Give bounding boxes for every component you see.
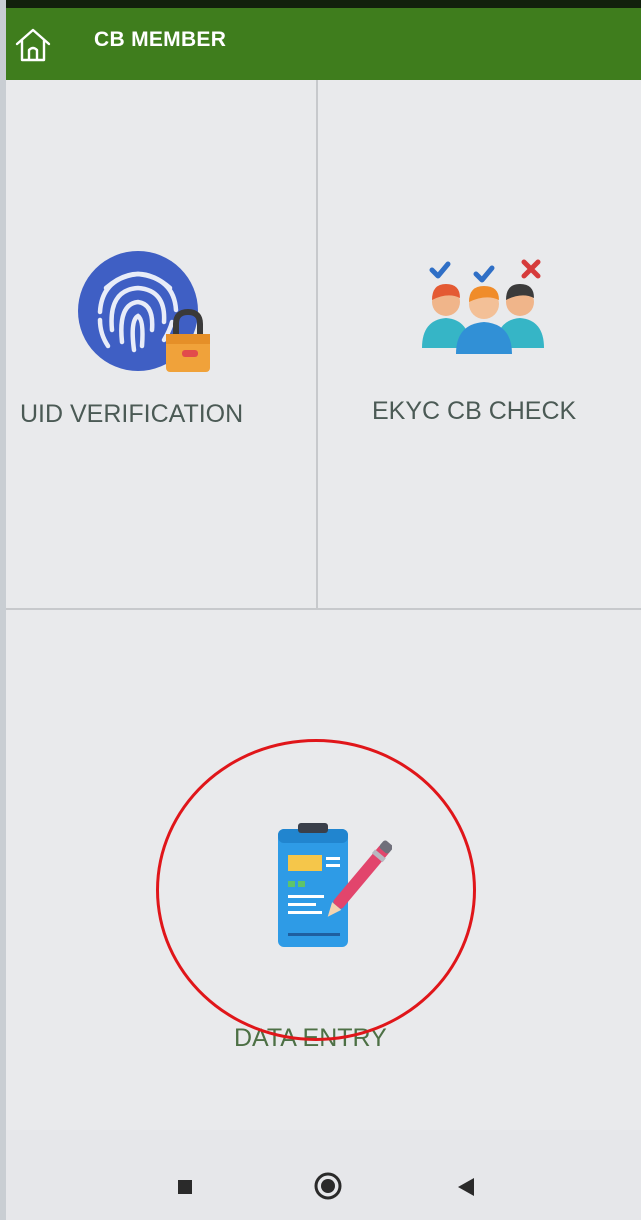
recents-icon[interactable] [178, 1180, 192, 1194]
ekyc-cb-check-tile[interactable]: EKYC CB CHECK [318, 80, 641, 608]
home-icon[interactable] [12, 24, 54, 66]
grid-divider-vertical [316, 80, 318, 608]
data-entry-label: DATA ENTRY [234, 1024, 387, 1052]
data-entry-tile[interactable]: DATA ENTRY [6, 610, 641, 1130]
app-bar: CB MEMBER [6, 0, 641, 80]
fingerprint-lock-icon [78, 251, 210, 372]
people-check-icon [422, 259, 544, 354]
ekyc-cb-check-label: EKYC CB CHECK [372, 397, 577, 425]
app-title: CB MEMBER [94, 28, 227, 51]
uid-verification-label: UID VERIFICATION [20, 400, 244, 428]
phone-screen: CB MEMBER UID VERIFICATION EKYC CB CHECK… [6, 0, 641, 1220]
home-circle-icon[interactable] [312, 1170, 344, 1202]
menu-grid: UID VERIFICATION EKYC CB CHECK DATA ENTR… [6, 80, 641, 1130]
system-nav-bar [6, 1130, 641, 1220]
uid-verification-tile[interactable]: UID VERIFICATION [6, 80, 316, 608]
data-entry-form-icon [278, 823, 392, 947]
back-icon[interactable] [456, 1176, 476, 1198]
